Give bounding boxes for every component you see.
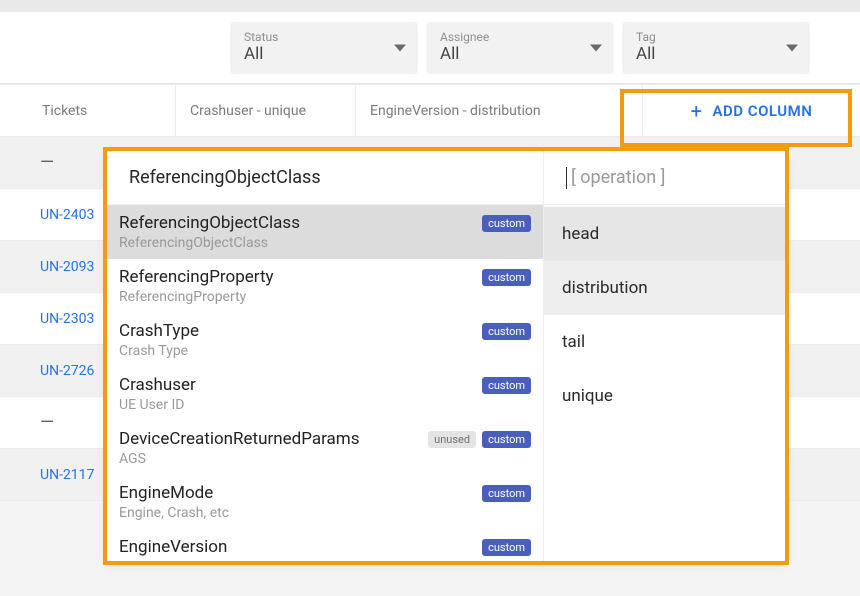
field-option-badges: custom — [482, 485, 531, 502]
field-option[interactable]: EngineVersion custom — [107, 529, 543, 561]
field-option-subtitle: Engine, Crash, etc — [119, 505, 531, 521]
custom-badge: custom — [482, 323, 531, 340]
field-option-title: Crashuser — [119, 375, 196, 395]
ticket-link[interactable]: UN-2117 — [40, 467, 94, 483]
ticket-empty: — — [40, 152, 54, 173]
filter-assignee[interactable]: Assignee All — [426, 22, 614, 74]
custom-badge: custom — [482, 269, 531, 286]
unused-badge: unused — [428, 431, 476, 448]
custom-badge: custom — [482, 431, 531, 448]
table-header: Tickets Crashuser - unique EngineVersion… — [0, 85, 860, 137]
field-option-title: EngineMode — [119, 483, 213, 503]
custom-badge: custom — [482, 539, 531, 556]
ticket-link[interactable]: UN-2403 — [40, 207, 94, 223]
field-search-row: ReferencingObjectClass — [107, 151, 543, 205]
operation-option[interactable]: unique — [544, 369, 785, 423]
field-option-subtitle: Crash Type — [119, 343, 531, 359]
operation-option[interactable]: distribution — [544, 261, 785, 315]
text-cursor-icon — [566, 167, 567, 189]
field-option-subtitle: ReferencingProperty — [119, 289, 531, 305]
filter-bar: Status All Assignee All Tag All — [0, 12, 860, 84]
field-option-title-row: EngineMode custom — [119, 483, 531, 503]
ticket-empty: — — [40, 412, 54, 433]
field-option-title: EngineVersion — [119, 537, 227, 557]
ticket-link[interactable]: UN-2093 — [40, 259, 94, 275]
filter-status-value: All — [244, 45, 404, 64]
field-option-title-row: EngineVersion custom — [119, 537, 531, 557]
field-option-badges: unused custom — [428, 431, 531, 448]
filter-tag-value: All — [636, 45, 796, 64]
dropdown-field-pane: ReferencingObjectClass ReferencingObject… — [107, 151, 543, 561]
field-option[interactable]: DeviceCreationReturnedParams unused custom… — [107, 421, 543, 475]
top-spacer — [0, 0, 860, 12]
caret-down-icon — [590, 44, 602, 51]
operation-input-row[interactable]: [ operation ] — [544, 151, 785, 205]
filter-status-label: Status — [244, 31, 404, 43]
filter-tag-label: Tag — [636, 31, 796, 43]
ticket-link[interactable]: UN-2303 — [40, 311, 94, 327]
ticket-link[interactable]: UN-2726 — [40, 363, 94, 379]
custom-badge: custom — [482, 377, 531, 394]
field-option-title: ReferencingObjectClass — [119, 213, 300, 233]
field-search-input[interactable]: ReferencingObjectClass — [129, 167, 521, 188]
col-header-engineversion[interactable]: EngineVersion - distribution — [356, 85, 642, 136]
dropdown-operation-pane: [ operation ] headdistributiontailunique — [543, 151, 785, 561]
add-column-button[interactable]: + ADD COLUMN — [642, 85, 860, 136]
custom-badge: custom — [482, 215, 531, 232]
operation-input[interactable]: [ operation ] — [566, 167, 665, 189]
filter-assignee-label: Assignee — [440, 31, 600, 43]
field-option-subtitle: ReferencingObjectClass — [119, 235, 531, 251]
field-option-badges: custom — [482, 323, 531, 340]
field-option[interactable]: EngineMode custom Engine, Crash, etc — [107, 475, 543, 529]
plus-icon: + — [691, 101, 703, 121]
field-option-badges: custom — [482, 215, 531, 232]
field-option-title-row: Crashuser custom — [119, 375, 531, 395]
filter-status[interactable]: Status All — [230, 22, 418, 74]
field-options-list: ReferencingObjectClasscustomReferencingO… — [107, 205, 543, 561]
operation-option[interactable]: head — [544, 207, 785, 261]
field-option-title: DeviceCreationReturnedParams — [119, 429, 359, 449]
caret-down-icon — [786, 44, 798, 51]
spacer-col — [0, 85, 28, 136]
field-option-badges: custom — [482, 269, 531, 286]
filter-tag[interactable]: Tag All — [622, 22, 810, 74]
custom-badge: custom — [482, 485, 531, 502]
field-option-title-row: CrashType custom — [119, 321, 531, 341]
field-option-badges: custom — [482, 377, 531, 394]
field-option-title: ReferencingProperty — [119, 267, 274, 287]
operation-placeholder: [ operation ] — [571, 167, 665, 188]
add-column-label: ADD COLUMN — [713, 102, 813, 120]
field-option-title-row: ReferencingProperty custom — [119, 267, 531, 287]
filter-assignee-value: All — [440, 45, 600, 64]
field-option-title-row: DeviceCreationReturnedParams unused custom — [119, 429, 531, 449]
operation-option[interactable]: tail — [544, 315, 785, 369]
col-header-tickets[interactable]: Tickets — [28, 85, 176, 136]
operation-list: headdistributiontailunique — [544, 205, 785, 423]
field-option-title-row: ReferencingObjectClass custom — [119, 213, 531, 233]
field-option-badges: custom — [482, 539, 531, 556]
add-column-dropdown: ReferencingObjectClass ReferencingObject… — [107, 151, 785, 561]
field-option-subtitle: UE User ID — [119, 397, 531, 413]
field-option-subtitle: AGS — [119, 451, 531, 467]
field-option[interactable]: CrashType custom Crash Type — [107, 313, 543, 367]
field-option-title: CrashType — [119, 321, 199, 341]
field-option[interactable]: Crashuser custom UE User ID — [107, 367, 543, 421]
field-option[interactable]: ReferencingPropertycustomReferencingProp… — [107, 259, 543, 313]
field-option[interactable]: ReferencingObjectClasscustomReferencingO… — [107, 205, 543, 259]
caret-down-icon — [394, 44, 406, 51]
col-header-crashuser[interactable]: Crashuser - unique — [176, 85, 356, 136]
